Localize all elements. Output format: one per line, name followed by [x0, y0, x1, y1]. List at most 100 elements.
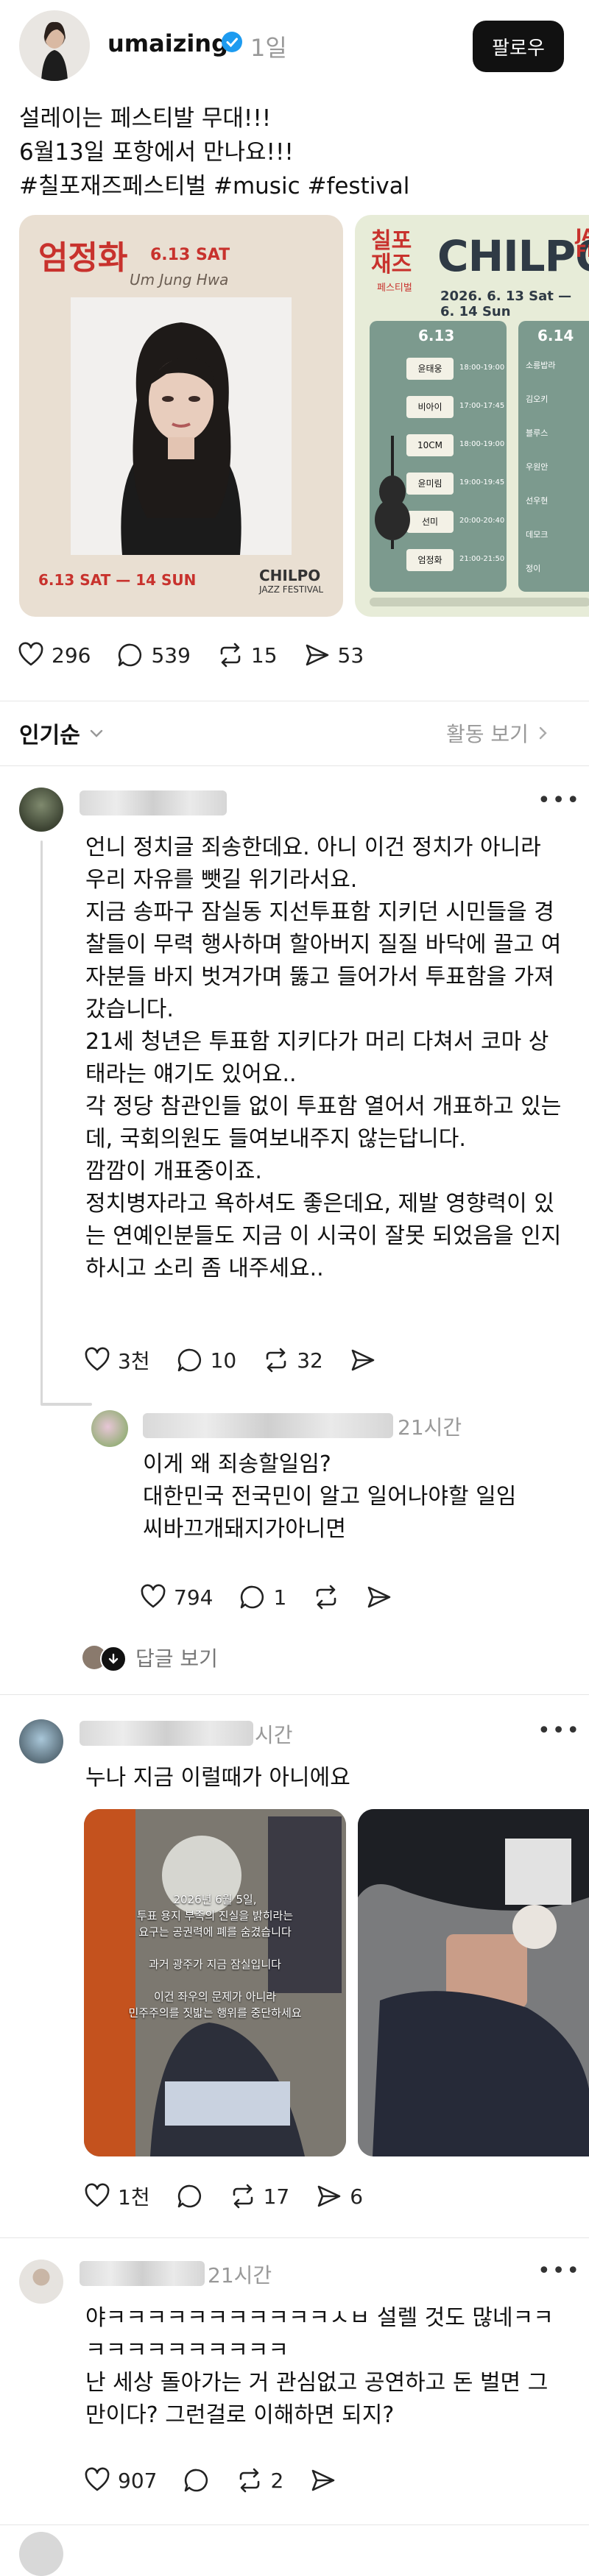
author-avatar[interactable]: [19, 10, 90, 81]
reply-actions: 907 2: [84, 2466, 363, 2495]
like-count: 3천: [118, 1349, 150, 1373]
cello-illustration: [367, 433, 418, 551]
poster2-day2-item: 데모크: [526, 530, 549, 539]
comment-button[interactable]: 1: [239, 1584, 286, 1610]
follow-button[interactable]: 팔로우: [473, 21, 564, 72]
lineup-name: 윤태웅: [417, 364, 442, 374]
share-button[interactable]: [366, 1584, 392, 1610]
poster2-logo-kr: 칠포 재즈: [371, 228, 412, 277]
sort-dropdown[interactable]: 인기순: [19, 717, 105, 749]
repost-count: 15: [250, 643, 278, 668]
poster-footer-date: 6.13 SAT — 14 SUN: [38, 571, 197, 589]
reply-actions: 3천 10 32: [84, 1345, 403, 1375]
comment-icon: [241, 1585, 264, 1609]
reply-avatar[interactable]: [19, 1719, 63, 1763]
poster-photo: [71, 297, 292, 555]
poster2-dates: 2026. 6. 13 Sat — 6. 14 Sun: [440, 289, 572, 319]
share-button[interactable]: 53: [304, 642, 364, 668]
repost-icon: [240, 2468, 260, 2493]
repost-button[interactable]: 2: [236, 2467, 283, 2494]
activity-label: 활동 보기: [446, 722, 529, 746]
repost-button[interactable]: [313, 1584, 339, 1610]
repost-button[interactable]: 15: [217, 642, 278, 668]
heart-icon: [85, 2183, 110, 2207]
arrow-down-icon: [108, 1653, 119, 1664]
activity-link[interactable]: 활동 보기: [446, 718, 551, 748]
share-button[interactable]: [350, 1347, 376, 1373]
comment-icon: [185, 2469, 208, 2492]
divider: [0, 1694, 589, 1695]
poster2-day2-item: 블루스: [526, 428, 549, 438]
poster2-footer: [370, 598, 589, 606]
next-reply-avatar[interactable]: [19, 2532, 63, 2576]
poster2-logo-kr-sub: 페스티벌: [377, 283, 412, 294]
heart-icon: [141, 1584, 166, 1608]
divider: [0, 2237, 589, 2238]
comment-button[interactable]: [177, 2183, 203, 2209]
like-button[interactable]: 3천: [84, 1345, 150, 1375]
thread-connector: [40, 1403, 92, 1406]
nested-reply-avatar[interactable]: [91, 1410, 128, 1447]
more-options-button[interactable]: •••: [537, 2258, 581, 2284]
more-options-button[interactable]: •••: [537, 1718, 581, 1744]
like-button[interactable]: 296: [18, 642, 91, 668]
divider: [0, 2524, 589, 2525]
heart-icon: [18, 642, 43, 666]
redacted-username: [80, 790, 227, 815]
repost-button[interactable]: 17: [230, 2183, 290, 2209]
poster2-day2-item: 선우현: [526, 496, 549, 506]
poster2-day2-item: 우원안: [526, 462, 549, 472]
divider: [0, 765, 589, 766]
poster-logo: CHILPO: [259, 567, 321, 584]
lineup-name: 엄정화: [417, 555, 442, 565]
reply-text: 누나 지금 이럴때가 아니에요: [85, 1765, 350, 1791]
photo-caption-overlay: 2026년 6월 5일, 투표 용지 부족의 진실을 밝히라는 요구는 공권력에…: [128, 1893, 302, 2020]
lineup-time: 17:00-17:45: [459, 402, 505, 410]
mini-avatar: [100, 1646, 127, 1672]
lineup-name: 10CM: [417, 440, 442, 450]
post-image-2[interactable]: 칠포 재즈 페스티벌 CHILPO JAZZ FES 2026. 6. 13 S…: [355, 215, 589, 617]
share-count: 53: [337, 643, 364, 668]
like-count: 1천: [118, 2185, 150, 2209]
comment-button[interactable]: 10: [177, 1347, 236, 1373]
redacted-username: [80, 2261, 205, 2286]
reply-text: 야ㅋㅋㅋㅋㅋㅋㅋㅋㅋㅋㅋㅅㅂ 설렐 것도 많네ㅋㅋ ㅋㅋㅋㅋㅋㅋㅋㅋㅋㅋ 난 세…: [85, 2305, 554, 2428]
reply-avatar[interactable]: [19, 2260, 63, 2304]
reply-time: 21시간: [208, 2263, 272, 2287]
poster2-lineup-row: 윤태웅: [406, 358, 454, 380]
like-button[interactable]: 907: [84, 2467, 157, 2494]
like-button[interactable]: 1천: [84, 2182, 150, 2211]
lineup-name: 비아이: [417, 402, 442, 412]
reply-avatar[interactable]: [19, 788, 63, 832]
view-replies-label: 답글 보기: [135, 1646, 218, 1671]
share-button[interactable]: [310, 2467, 336, 2494]
reply-photo-2[interactable]: [358, 1809, 589, 2156]
share-button[interactable]: 6: [316, 2183, 363, 2209]
repost-count: 2: [270, 2468, 284, 2493]
repost-count: 17: [263, 2184, 290, 2209]
lineup-time: 19:00-19:45: [459, 478, 505, 486]
repost-button[interactable]: 32: [263, 1347, 323, 1373]
comment-count: 1: [273, 1585, 287, 1610]
verified-badge-icon: [221, 31, 243, 53]
poster2-day2-item: 김오키: [526, 394, 549, 404]
lineup-time: 18:00-19:00: [459, 364, 505, 372]
reply-actions: 1천 17 6: [84, 2182, 389, 2211]
repost-icon: [233, 2184, 253, 2209]
reply-time: 시간: [255, 1723, 293, 1747]
like-button[interactable]: 794: [140, 1584, 213, 1610]
send-icon: [351, 1349, 375, 1371]
thread-line: [40, 841, 43, 1404]
poster2-logo: CHILPO: [437, 231, 589, 281]
more-options-button[interactable]: •••: [537, 788, 581, 813]
send-icon: [306, 644, 328, 666]
reply-photo-1[interactable]: 2026년 6월 5일, 투표 용지 부족의 진실을 밝히라는 요구는 공권력에…: [84, 1809, 346, 2156]
author-username[interactable]: umaizing: [107, 29, 228, 57]
poster2-logo-suffix: JAZZ FES: [576, 227, 589, 261]
view-replies-button[interactable]: 답글 보기: [82, 1643, 218, 1672]
comment-button[interactable]: [183, 2467, 210, 2494]
post-image-1[interactable]: 엄정화 6.13 SAT Um Jung Hwa 6.13 SAT — 14 S…: [19, 215, 343, 617]
post-time: 1일: [250, 34, 287, 62]
chevron-down-icon: [90, 729, 103, 737]
comment-button[interactable]: 539: [117, 642, 191, 668]
